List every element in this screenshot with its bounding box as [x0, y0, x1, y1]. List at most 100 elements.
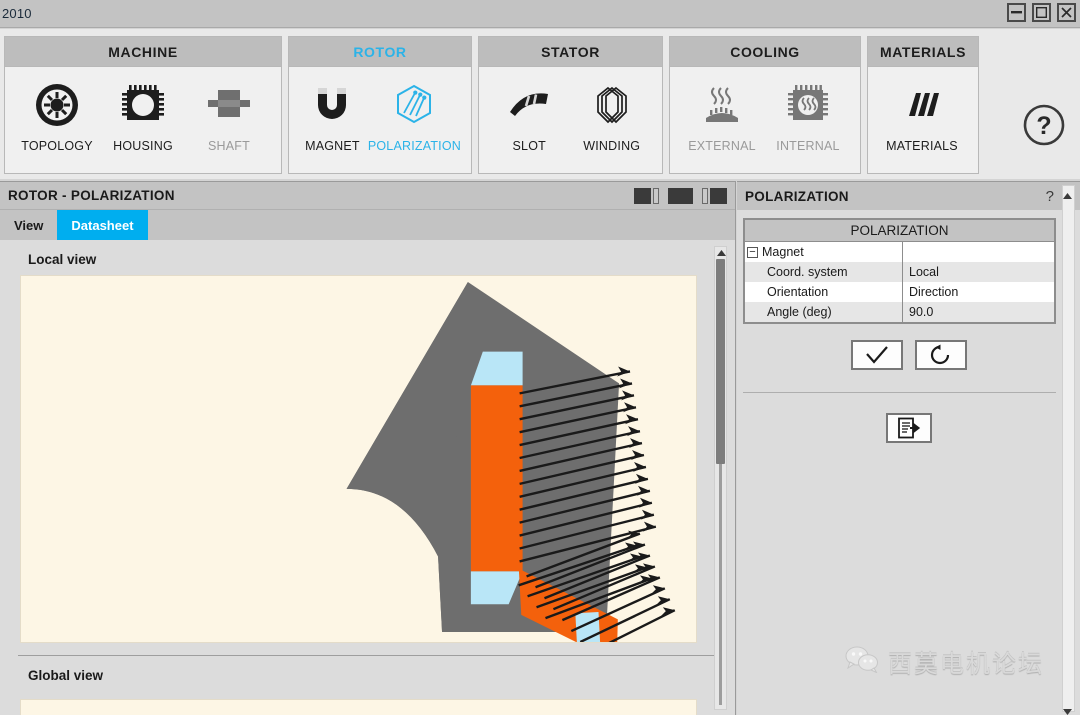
- housing-icon: [120, 80, 166, 130]
- table-row[interactable]: Orientation Direction: [745, 282, 1054, 302]
- scroll-up-arrow-icon[interactable]: [715, 247, 728, 259]
- topology-icon: [34, 80, 80, 130]
- external-cooling-icon: [699, 80, 745, 130]
- property-key-angle: Angle (deg): [745, 302, 903, 322]
- svg-text:?: ?: [1036, 112, 1051, 140]
- panel-divider: [743, 392, 1056, 393]
- ribbon-item-magnet[interactable]: MAGNET: [299, 73, 366, 173]
- polarization-diagram: [346, 281, 676, 663]
- page-title: ROTOR - POLARIZATION: [8, 188, 175, 203]
- ribbon-item-materials[interactable]: MATERIALS: [876, 73, 968, 173]
- property-group-value: [903, 242, 1054, 262]
- validate-button[interactable]: [850, 340, 903, 370]
- ribbon-label-topology: TOPOLOGY: [21, 139, 93, 153]
- property-value-angle[interactable]: 90.0: [903, 302, 1054, 322]
- scroll-up-arrow-icon[interactable]: [1063, 186, 1074, 204]
- maximize-button[interactable]: [1032, 3, 1051, 22]
- ribbon-label-slot: SLOT: [512, 139, 546, 153]
- ribbon-item-polarization[interactable]: POLARIZATION: [368, 73, 461, 173]
- local-view-label: Local view: [28, 252, 97, 267]
- ribbon-group-title-machine: MACHINE: [5, 37, 281, 67]
- ribbon-group-cooling: COOLING EXTERNAL INTERNAL: [669, 36, 861, 174]
- ribbon-item-winding[interactable]: WINDING: [572, 73, 653, 173]
- view-tabs: View Datasheet: [0, 210, 735, 240]
- tab-view[interactable]: View: [0, 210, 57, 240]
- split-left-icon[interactable]: [634, 188, 659, 204]
- scroll-down-arrow-icon[interactable]: [1063, 702, 1074, 715]
- full-icon[interactable]: [668, 188, 693, 204]
- property-key-coord-system: Coord. system: [745, 262, 903, 282]
- ribbon-item-topology[interactable]: TOPOLOGY: [15, 73, 99, 173]
- ribbon-label-polarization: POLARIZATION: [367, 139, 461, 153]
- global-view-canvas[interactable]: [20, 699, 697, 715]
- action-buttons: [737, 340, 1080, 370]
- ribbon-item-internal-cooling[interactable]: INTERNAL: [766, 73, 850, 173]
- ribbon-item-housing[interactable]: HOUSING: [101, 73, 185, 173]
- ribbon-group-title-materials: MATERIALS: [868, 37, 978, 67]
- scroll-track[interactable]: [719, 464, 722, 705]
- shaft-icon: [206, 80, 252, 130]
- ribbon-label-winding: WINDING: [583, 139, 641, 153]
- property-key-orientation: Orientation: [745, 282, 903, 302]
- polarization-properties-panel: POLARIZATION ? POLARIZATION − Magnet Coo…: [737, 181, 1080, 715]
- tab-datasheet[interactable]: Datasheet: [57, 210, 148, 240]
- left-panel-header: ROTOR - POLARIZATION: [0, 182, 735, 210]
- close-button[interactable]: [1057, 3, 1076, 22]
- left-panel-scrollbar[interactable]: [714, 246, 727, 710]
- window-title: 2010: [2, 6, 32, 21]
- ribbon-label-materials: MATERIALS: [886, 139, 958, 153]
- materials-icon: [899, 80, 945, 130]
- property-group-key: − Magnet: [745, 242, 903, 262]
- table-row[interactable]: Angle (deg) 90.0: [745, 302, 1054, 322]
- ribbon-group-rotor: ROTOR MAGNET POLARIZATION: [288, 36, 472, 174]
- panel-help-icon[interactable]: ?: [1046, 188, 1054, 205]
- winding-icon: [589, 80, 635, 130]
- ribbon-group-machine: MACHINE TOPOLOGY HOUSING SHAFT: [4, 36, 282, 174]
- document-export-icon: [897, 417, 920, 439]
- rotor-polarization-panel: ROTOR - POLARIZATION View Datasheet Loca…: [0, 181, 736, 715]
- property-grid: POLARIZATION − Magnet Coord. system Loca…: [743, 218, 1056, 324]
- minimize-button[interactable]: [1007, 3, 1026, 22]
- scroll-thumb[interactable]: [1063, 204, 1074, 702]
- ribbon-label-external-cooling: EXTERNAL: [688, 139, 756, 153]
- ribbon-item-slot[interactable]: SLOT: [489, 73, 570, 173]
- collapse-toggle-icon[interactable]: −: [747, 246, 758, 258]
- help-circle-icon[interactable]: ?: [1022, 103, 1066, 147]
- ribbon-group-stator: STATOR SLOT WINDING: [478, 36, 663, 174]
- ribbon-label-shaft: SHAFT: [208, 139, 250, 153]
- reset-button[interactable]: [914, 340, 967, 370]
- split-right-icon[interactable]: [702, 188, 727, 204]
- export-button[interactable]: [885, 413, 932, 443]
- table-row[interactable]: Coord. system Local: [745, 262, 1054, 282]
- ribbon-toolbar: MACHINE TOPOLOGY HOUSING SHAFT ROTOR MAG…: [0, 29, 1080, 179]
- ribbon-label-magnet: MAGNET: [305, 139, 360, 153]
- slot-icon: [506, 80, 552, 130]
- right-panel-title: POLARIZATION: [745, 188, 849, 204]
- ribbon-group-materials: MATERIALS MATERIALS: [867, 36, 979, 174]
- right-panel-header: POLARIZATION ?: [737, 182, 1080, 210]
- right-panel-scrollbar[interactable]: [1062, 185, 1075, 715]
- property-group-row-magnet[interactable]: − Magnet: [745, 242, 1054, 262]
- magnet-icon: [309, 80, 355, 130]
- ribbon-item-shaft[interactable]: SHAFT: [187, 73, 271, 173]
- local-view-canvas[interactable]: [20, 275, 697, 663]
- title-bar: 2010: [0, 0, 1080, 28]
- polarization-icon: [391, 80, 437, 130]
- layout-split-buttons: [634, 188, 727, 204]
- ribbon-group-title-cooling: COOLING: [670, 37, 860, 67]
- reset-arrow-icon: [930, 344, 949, 365]
- property-value-orientation[interactable]: Direction: [903, 282, 1054, 302]
- ribbon-label-internal-cooling: INTERNAL: [776, 139, 840, 153]
- export-row: [737, 413, 1080, 443]
- internal-cooling-icon: [785, 80, 831, 130]
- property-grid-title: POLARIZATION: [745, 220, 1054, 242]
- scroll-thumb[interactable]: [716, 259, 725, 464]
- ribbon-item-external-cooling[interactable]: EXTERNAL: [680, 73, 764, 173]
- window-controls: [1007, 3, 1076, 22]
- view-scroll-area: Local view Global view: [0, 240, 735, 715]
- ribbon-label-housing: HOUSING: [113, 139, 173, 153]
- property-group-label: Magnet: [762, 245, 804, 259]
- ribbon-group-title-stator: STATOR: [479, 37, 662, 67]
- property-value-coord-system[interactable]: Local: [903, 262, 1054, 282]
- global-view-label: Global view: [28, 668, 104, 683]
